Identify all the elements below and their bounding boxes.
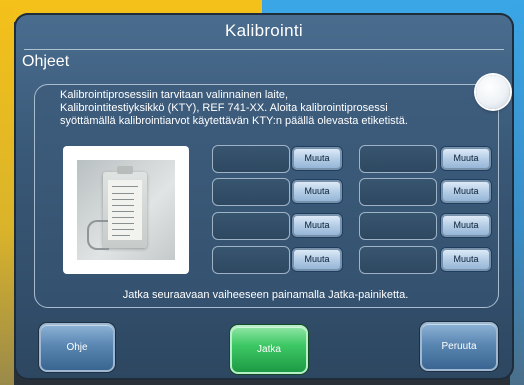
dialog-title: Kalibrointi xyxy=(225,21,303,40)
toggle-knob[interactable] xyxy=(476,75,510,109)
calibration-value-field[interactable] xyxy=(212,246,290,274)
calibration-value-field[interactable] xyxy=(212,145,290,173)
side-accent-left xyxy=(0,0,14,385)
instructions-line: Kalibrointiprosessiin tarvitaan valinnai… xyxy=(60,89,289,101)
change-button[interactable]: Muuta xyxy=(291,247,343,272)
instructions-line: Kalibrointitestiyksikkö (KTY), REF 741-X… xyxy=(60,102,388,114)
cancel-button[interactable]: Peruuta xyxy=(420,322,498,371)
section-heading: Ohjeet xyxy=(22,53,70,70)
instructions-text: Kalibrointiprosessiin tarvitaan valinnai… xyxy=(60,89,500,128)
instructions-line: syöttämällä kalibrointiarvot käytettävän… xyxy=(60,115,408,127)
calibration-value-field[interactable] xyxy=(212,212,290,240)
title-divider xyxy=(24,49,504,50)
calibration-unit-photo xyxy=(63,146,189,274)
change-button[interactable]: Muuta xyxy=(291,179,343,204)
change-button[interactable]: Muuta xyxy=(440,213,492,238)
change-button[interactable]: Muuta xyxy=(440,179,492,204)
change-button[interactable]: Muuta xyxy=(291,146,343,171)
continue-hint: Jatka seuraavaan vaiheeseen painamalla J… xyxy=(122,289,409,301)
continue-button[interactable]: Jatka xyxy=(230,325,308,374)
help-button[interactable]: Ohje xyxy=(39,323,115,372)
change-button[interactable]: Muuta xyxy=(440,247,492,272)
change-button[interactable]: Muuta xyxy=(440,146,492,171)
calibration-value-field[interactable] xyxy=(359,212,437,240)
change-button[interactable]: Muuta xyxy=(291,213,343,238)
calibration-value-field[interactable] xyxy=(359,145,437,173)
calibration-value-field[interactable] xyxy=(359,246,437,274)
calibration-unit-label xyxy=(108,180,142,240)
calibration-value-field[interactable] xyxy=(359,178,437,206)
calibration-unit-image xyxy=(87,166,147,250)
calibration-value-field[interactable] xyxy=(212,178,290,206)
